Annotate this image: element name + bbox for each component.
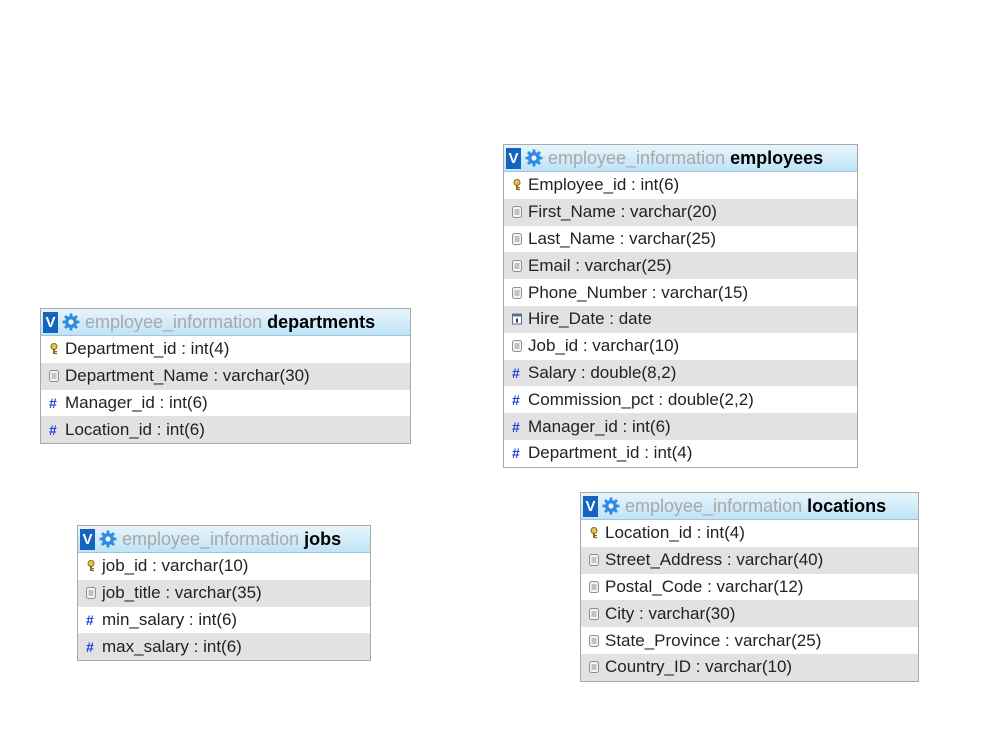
numeric-column-icon: # <box>512 445 520 462</box>
column-row[interactable]: State_Province : varchar(25) <box>581 627 918 654</box>
table-departments: Vemployee_information departments Departme… <box>40 308 411 445</box>
column-label: Last_Name : varchar(25) <box>528 228 717 248</box>
column-label: Hire_Date : date <box>528 309 652 329</box>
text-column-icon <box>589 554 599 567</box>
gear-icon[interactable] <box>602 497 620 515</box>
database-name: employee_information <box>85 311 263 332</box>
column-label: State_Province : varchar(25) <box>605 630 822 650</box>
column-row[interactable]: Department_id : int(4) <box>41 336 410 363</box>
column-label: Email : varchar(25) <box>528 255 672 275</box>
column-label: Job_id : varchar(10) <box>528 336 680 356</box>
column-row[interactable]: Location_id : int(4) <box>581 520 918 547</box>
table-name: departments <box>267 311 376 332</box>
database-name: employee_information <box>625 495 803 516</box>
column-label: Country_ID : varchar(10) <box>605 657 793 677</box>
column-label: Phone_Number : varchar(15) <box>528 282 749 302</box>
column-label: Postal_Code : varchar(12) <box>605 576 804 596</box>
date-column-icon <box>512 313 522 325</box>
gear-icon[interactable] <box>525 149 543 167</box>
column-row[interactable]: Email : varchar(25) <box>504 252 857 280</box>
column-row[interactable]: job_title : varchar(35) <box>78 579 370 607</box>
column-row[interactable]: Last_Name : varchar(25) <box>504 226 857 253</box>
column-label: City : varchar(30) <box>605 603 736 623</box>
numeric-column-icon: # <box>86 638 94 655</box>
column-row[interactable]: # Manager_id : int(6) <box>504 413 857 440</box>
column-row[interactable]: Phone_Number : varchar(15) <box>504 279 857 306</box>
column-row[interactable]: # min_salary : int(6) <box>78 607 370 634</box>
toggle-columns-icon[interactable]: V <box>80 528 95 550</box>
toggle-columns-icon[interactable]: V <box>506 147 521 169</box>
column-label: job_title : varchar(35) <box>102 583 262 603</box>
column-row[interactable]: Job_id : varchar(10) <box>504 333 857 360</box>
column-label: Manager_id : int(6) <box>528 416 671 436</box>
numeric-column-icon: # <box>512 391 520 408</box>
column-row[interactable]: # Manager_id : int(6) <box>41 390 410 417</box>
numeric-column-icon: # <box>512 418 520 435</box>
toggle-columns-icon[interactable]: V <box>43 311 58 333</box>
column-row[interactable]: # Commission_pct : double(2,2) <box>504 386 857 413</box>
database-name: employee_information <box>122 528 300 549</box>
column-row[interactable]: job_id : varchar(10) <box>78 553 370 580</box>
column-label: Employee_id : int(6) <box>528 175 680 195</box>
key-icon <box>49 343 59 355</box>
table-header[interactable]: Vemployee_information departments <box>41 309 410 336</box>
column-label: Department_id : int(4) <box>65 339 230 359</box>
toggle-columns-icon[interactable]: V <box>583 495 598 517</box>
numeric-column-icon: # <box>512 364 520 381</box>
numeric-column-icon: # <box>49 421 57 438</box>
column-row[interactable]: Country_ID : varchar(10) <box>581 653 918 681</box>
column-row[interactable]: # Salary : double(8,2) <box>504 359 857 387</box>
column-row[interactable]: First_Name : varchar(20) <box>504 198 857 226</box>
key-icon <box>512 179 522 191</box>
key-icon <box>589 527 599 539</box>
column-row[interactable]: City : varchar(30) <box>581 600 918 628</box>
text-column-icon <box>49 370 59 383</box>
text-column-icon <box>589 634 599 647</box>
table-header[interactable]: Vemployee_information locations <box>581 493 918 520</box>
column-label: Location_id : int(4) <box>605 523 745 543</box>
column-label: Salary : double(8,2) <box>528 362 677 382</box>
gear-icon[interactable] <box>62 313 80 331</box>
column-row[interactable]: # Location_id : int(6) <box>41 416 410 444</box>
table-name: locations <box>807 495 887 516</box>
text-column-icon <box>86 587 96 600</box>
text-column-icon <box>589 607 599 620</box>
table-employees: Vemployee_information employees Employee_i… <box>503 144 858 468</box>
table-header[interactable]: Vemployee_information jobs <box>78 526 370 553</box>
database-name: employee_information <box>548 147 726 168</box>
text-column-icon <box>512 286 522 299</box>
column-label: Department_Name : varchar(30) <box>65 366 310 386</box>
text-column-icon <box>512 206 522 219</box>
numeric-column-icon: # <box>49 394 57 411</box>
column-row[interactable]: Employee_id : int(6) <box>504 172 857 199</box>
column-label: Street_Address : varchar(40) <box>605 550 824 570</box>
column-row[interactable]: # Department_id : int(4) <box>504 440 857 467</box>
column-label: Manager_id : int(6) <box>65 392 208 412</box>
column-row[interactable]: # max_salary : int(6) <box>78 633 370 661</box>
column-label: Location_id : int(6) <box>65 419 205 439</box>
column-label: min_salary : int(6) <box>102 609 238 629</box>
column-row[interactable]: Postal_Code : varchar(12) <box>581 574 918 601</box>
text-column-icon <box>512 340 522 353</box>
table-jobs: Vemployee_information jobs job_id : varcha… <box>77 525 371 662</box>
column-label: max_salary : int(6) <box>102 636 242 656</box>
table-header[interactable]: Vemployee_information employees <box>504 145 857 172</box>
text-column-icon <box>512 259 522 272</box>
text-column-icon <box>589 580 599 593</box>
column-row[interactable]: Street_Address : varchar(40) <box>581 546 918 574</box>
column-row[interactable]: Hire_Date : date <box>504 305 857 333</box>
table-name: employees <box>730 147 824 168</box>
column-row[interactable]: Department_Name : varchar(30) <box>41 362 410 390</box>
key-icon <box>86 560 96 572</box>
column-label: First_Name : varchar(20) <box>528 202 717 222</box>
table-name: jobs <box>304 528 342 549</box>
text-column-icon <box>512 232 522 245</box>
column-label: Department_id : int(4) <box>528 443 693 463</box>
text-column-icon <box>589 661 599 674</box>
gear-icon[interactable] <box>99 530 117 548</box>
column-label: Commission_pct : double(2,2) <box>528 389 754 409</box>
table-locations: Vemployee_information locations Location_i… <box>580 492 919 682</box>
numeric-column-icon: # <box>86 611 94 628</box>
column-label: job_id : varchar(10) <box>102 556 249 576</box>
